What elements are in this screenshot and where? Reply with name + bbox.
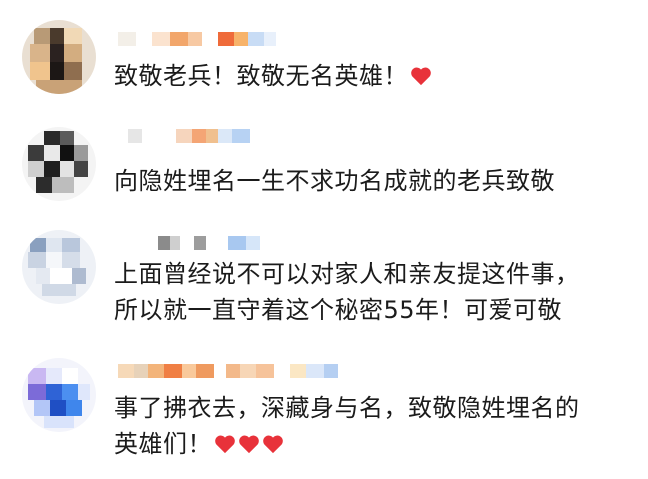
comment-item: 致敬老兵！致敬无名英雄！ xyxy=(0,0,648,115)
comment-text: 事了拂衣去，深藏身与名，致敬隐姓埋名的 英雄们！ xyxy=(114,390,580,462)
heart-icon xyxy=(263,435,283,454)
avatar[interactable] xyxy=(22,127,96,201)
comment-line: 上面曾经说不可以对家人和亲友提这件事， xyxy=(114,260,580,288)
comment-line: 所以就一直守着这个秘密55年！可爱可敬 xyxy=(114,296,563,324)
username-blurred[interactable] xyxy=(114,364,344,378)
comment-item: 事了拂衣去，深藏身与名，致敬隐姓埋名的 英雄们！ xyxy=(0,350,648,479)
comment-line: 致敬老兵！致敬无名英雄！ xyxy=(114,62,408,90)
username-blurred[interactable] xyxy=(114,236,304,250)
avatar[interactable] xyxy=(22,358,96,432)
comment-text: 上面曾经说不可以对家人和亲友提这件事， 所以就一直守着这个秘密55年！可爱可敬 xyxy=(114,256,580,328)
comment-item: 上面曾经说不可以对家人和亲友提这件事， 所以就一直守着这个秘密55年！可爱可敬 xyxy=(0,220,648,350)
avatar[interactable] xyxy=(22,230,96,304)
heart-icon xyxy=(411,67,431,86)
comment-line: 事了拂衣去，深藏身与名，致敬隐姓埋名的 xyxy=(114,394,580,422)
comment-line: 向隐姓埋名一生不求功名成就的老兵致敬 xyxy=(114,167,555,195)
username-blurred[interactable] xyxy=(114,129,304,143)
comment-line: 英雄们！ xyxy=(114,430,212,458)
comment-text: 致敬老兵！致敬无名英雄！ xyxy=(114,58,432,94)
avatar[interactable] xyxy=(22,20,96,94)
comment-text: 向隐姓埋名一生不求功名成就的老兵致敬 xyxy=(114,163,555,199)
username-blurred[interactable] xyxy=(114,32,304,46)
comment-item: 向隐姓埋名一生不求功名成就的老兵致敬 xyxy=(0,115,648,220)
heart-icon xyxy=(239,435,259,454)
heart-icon xyxy=(215,435,235,454)
